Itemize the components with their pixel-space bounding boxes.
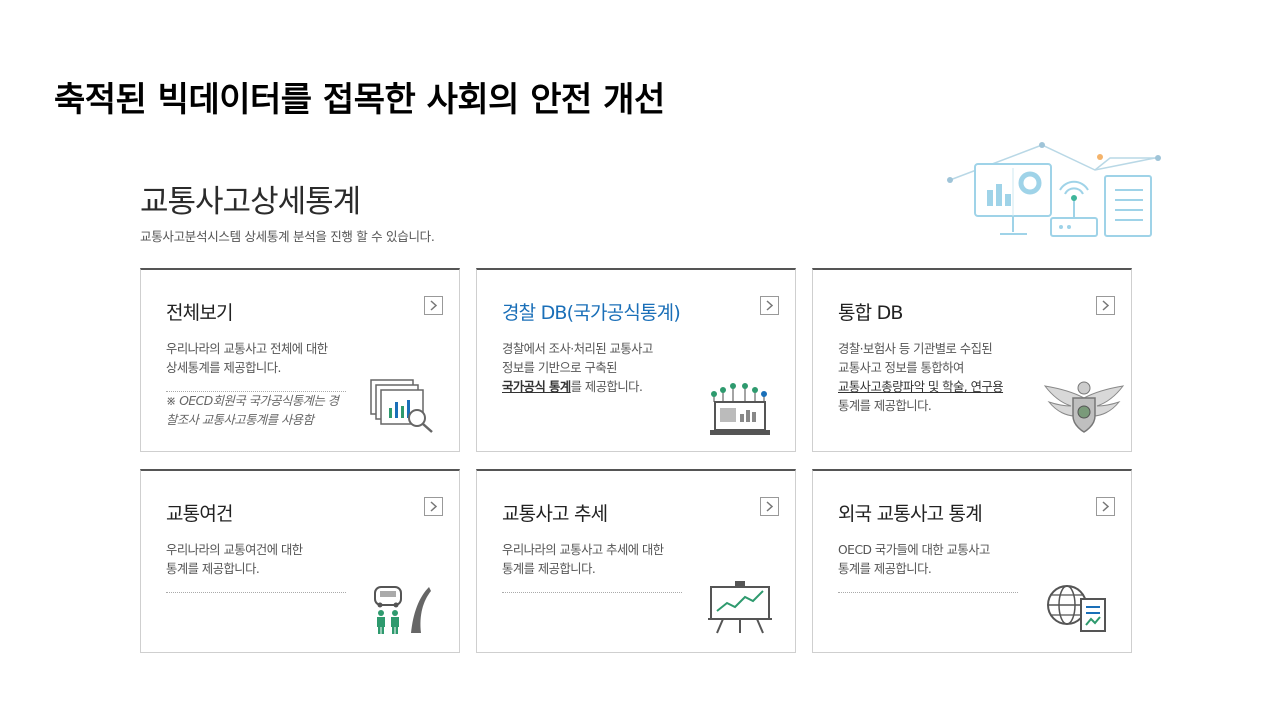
- card-title: 경찰 DB(국가공식통계): [502, 302, 681, 324]
- card-description: 우리나라의 교통사고 전체에 대한 상세통계를 제공합니다.: [166, 342, 328, 375]
- chevron-right-icon[interactable]: [1096, 497, 1115, 516]
- divider: [838, 592, 1018, 593]
- card-note: ※ OECD회원국 국가공식통계는 경 찰조사 교통사고통계를 사용함: [166, 394, 339, 427]
- globe-report-icon: [1047, 585, 1106, 632]
- card-description: 우리나라의 교통여건에 대한 통계를 제공합니다.: [166, 543, 303, 576]
- trend-board-icon: [708, 581, 772, 634]
- chart-magnifier-icon: [370, 379, 433, 433]
- card-foreign-statistics[interactable]: 외국 교통사고 통계 OECD 국가들에 대한 교통사고 통계를 제공합니다.: [812, 469, 1132, 653]
- card-title: 통합 DB: [838, 302, 903, 324]
- card-title: 전체보기: [166, 302, 234, 324]
- card-description: 경찰·보험사 등 기관별로 수집된 교통사고 정보를 통합하여 교통사고총량파악…: [838, 342, 1004, 413]
- card-overview[interactable]: 전체보기 우리나라의 교통사고 전체에 대한 상세통계를 제공합니다. ※ OE…: [140, 268, 460, 452]
- dashboard-illustration-icon: [947, 142, 1161, 237]
- divider: [166, 592, 346, 593]
- road-pedestrian-icon: [374, 586, 431, 634]
- page-subtitle: 교통사고분석시스템 상세통계 분석을 진행 할 수 있습니다.: [140, 229, 435, 244]
- card-description: 우리나라의 교통사고 추세에 대한 통계를 제공합니다.: [502, 543, 664, 576]
- page-title: 교통사고상세통계: [140, 184, 361, 220]
- police-emblem-icon: [1043, 381, 1125, 433]
- divider: [502, 592, 682, 593]
- card-police-db[interactable]: 경찰 DB(국가공식통계) 경찰에서 조사·처리된 교통사고 정보를 기반으로 …: [476, 268, 796, 452]
- card-title: 교통사고 추세: [502, 503, 608, 525]
- chevron-right-icon[interactable]: [760, 296, 779, 315]
- chevron-right-icon[interactable]: [1096, 296, 1115, 315]
- laptop-network-icon: [710, 383, 770, 435]
- card-title: 외국 교통사고 통계: [838, 503, 983, 525]
- card-accident-trend[interactable]: 교통사고 추세 우리나라의 교통사고 추세에 대한 통계를 제공합니다.: [476, 469, 796, 653]
- chevron-right-icon[interactable]: [424, 296, 443, 315]
- card-title: 교통여건: [166, 503, 234, 525]
- slide-title: 축적된 빅데이터를 접목한 사회의 안전 개선: [54, 80, 665, 120]
- card-traffic-conditions[interactable]: 교통여건 우리나라의 교통여건에 대한 통계를 제공합니다.: [140, 469, 460, 653]
- card-integrated-db[interactable]: 통합 DB 경찰·보험사 등 기관별로 수집된 교통사고 정보를 통합하여 교통…: [812, 268, 1132, 452]
- chevron-right-icon[interactable]: [760, 497, 779, 516]
- card-description: OECD 국가들에 대한 교통사고 통계를 제공합니다.: [838, 543, 990, 576]
- card-description: 경찰에서 조사·처리된 교통사고 정보를 기반으로 구축된 국가공식 통계를 제…: [502, 342, 653, 394]
- chevron-right-icon[interactable]: [424, 497, 443, 516]
